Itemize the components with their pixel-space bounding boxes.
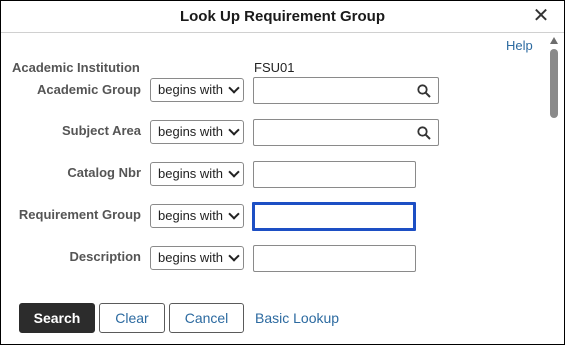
- dialog-titlebar: Look Up Requirement Group ✕: [1, 1, 564, 33]
- search-icon[interactable]: [417, 126, 431, 140]
- catalog-nbr-input-wrapper: [253, 161, 416, 188]
- catalog-nbr-operator-select[interactable]: begins with: [150, 162, 244, 186]
- chevron-down-icon: [228, 250, 240, 262]
- requirement-group-input[interactable]: [255, 205, 413, 228]
- description-label: Description: [69, 249, 141, 264]
- requirement-group-input-wrapper: [252, 202, 416, 231]
- basic-lookup-link[interactable]: Basic Lookup: [255, 310, 339, 326]
- academic-group-label: Academic Group: [36, 82, 141, 97]
- chevron-down-icon: [228, 82, 240, 94]
- description-operator-select[interactable]: begins with: [150, 246, 244, 270]
- dialog-title: Look Up Requirement Group: [179, 8, 385, 25]
- search-button[interactable]: Search: [19, 303, 95, 333]
- operator-value: begins with: [158, 82, 224, 97]
- description-input-wrapper: [253, 245, 416, 272]
- chevron-down-icon: [228, 124, 240, 136]
- academic-group-input-wrapper: [253, 77, 439, 104]
- operator-value: begins with: [158, 208, 224, 223]
- cancel-button[interactable]: Cancel: [169, 303, 244, 333]
- academic-institution-label: Academic Institution: [12, 60, 140, 75]
- arrow-up-icon[interactable]: [550, 37, 558, 44]
- catalog-nbr-input[interactable]: [254, 162, 415, 187]
- operator-value: begins with: [158, 166, 224, 181]
- search-icon[interactable]: [417, 84, 431, 98]
- academic-group-input[interactable]: [254, 78, 438, 103]
- operator-value: begins with: [158, 250, 224, 265]
- help-link[interactable]: Help: [506, 38, 533, 53]
- subject-area-operator-select[interactable]: begins with: [150, 120, 244, 144]
- subject-area-input-wrapper: [253, 119, 439, 146]
- requirement-group-operator-select[interactable]: begins with: [150, 204, 244, 228]
- clear-button[interactable]: Clear: [99, 303, 165, 333]
- chevron-down-icon: [228, 208, 240, 220]
- subject-area-label: Subject Area: [62, 123, 141, 138]
- academic-group-operator-select[interactable]: begins with: [150, 78, 244, 102]
- catalog-nbr-label: Catalog Nbr: [67, 165, 141, 180]
- academic-institution-value: FSU01: [254, 60, 295, 75]
- scrollbar[interactable]: [546, 33, 563, 344]
- close-icon[interactable]: ✕: [530, 5, 552, 27]
- subject-area-input[interactable]: [254, 120, 438, 145]
- scrollbar-thumb[interactable]: [550, 49, 558, 118]
- requirement-group-label: Requirement Group: [18, 207, 141, 222]
- chevron-down-icon: [228, 166, 240, 178]
- operator-value: begins with: [158, 124, 224, 139]
- description-input[interactable]: [254, 246, 415, 271]
- lookup-dialog: Look Up Requirement Group ✕ Help Academi…: [0, 0, 565, 345]
